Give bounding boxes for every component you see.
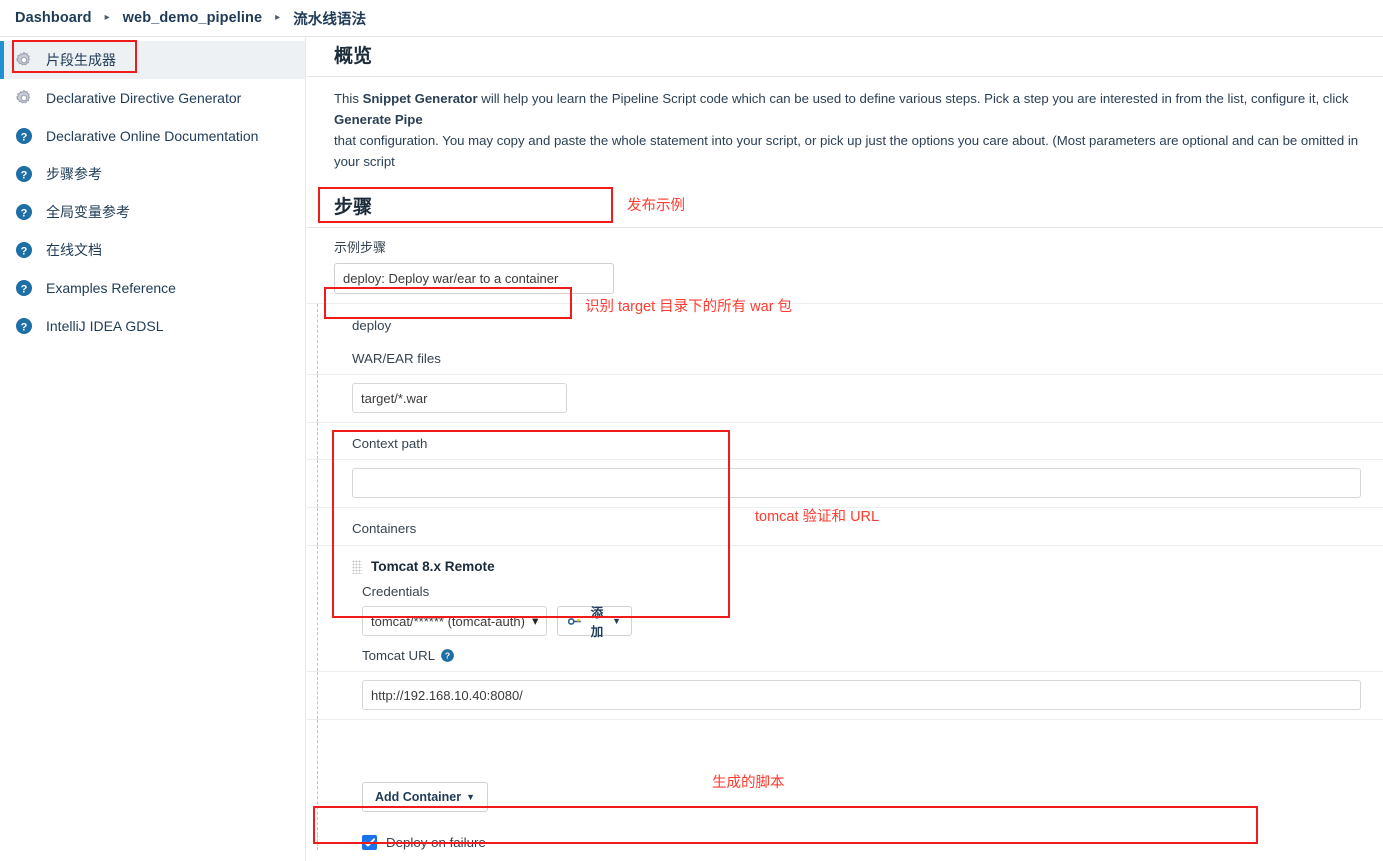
deploy-on-failure-checkbox[interactable] [362, 835, 377, 850]
tomcat-url-label: Tomcat URL [362, 648, 436, 663]
annotation-sample-step: 发布示例 [627, 198, 685, 214]
key-icon [568, 616, 582, 627]
sidebar-item-label: 片段生成器 [46, 52, 116, 68]
help-icon[interactable]: ? [440, 648, 455, 663]
context-path-section: Context path [307, 423, 1383, 459]
form-guide-line [317, 304, 318, 374]
overview-paragraph: This Snippet Generator will help you lea… [307, 77, 1383, 183]
gear-icon [14, 88, 34, 108]
container-footer: Add Container ▼ [307, 720, 1383, 835]
sidebar-item-label: 在线文档 [46, 242, 102, 258]
sidebar-item-declarative-directive-generator[interactable]: Declarative Directive Generator [0, 79, 305, 117]
annotation-war-files: 识别 target 目录下的所有 war 包 [585, 299, 793, 315]
sidebar-item-intellij-idea-gdsl[interactable]: ? IntelliJ IDEA GDSL [0, 307, 305, 345]
help-icon: ? [14, 278, 34, 298]
context-path-label: Context path [352, 436, 428, 451]
form-guide-line [317, 720, 318, 835]
add-credentials-label: 添加 [590, 606, 604, 639]
sidebar-item-label: Declarative Online Documentation [46, 128, 259, 144]
caret-down-icon: ▼ [612, 616, 621, 626]
caret-down-icon: ▼ [466, 792, 476, 802]
add-credentials-button[interactable]: 添加 ▼ [557, 606, 632, 639]
sidebar-item-label: 步骤参考 [46, 166, 102, 182]
overview-text-1: This [334, 91, 363, 106]
war-files-label: WAR/EAR files [352, 351, 441, 366]
chevron-down-icon: ▾ [532, 615, 538, 628]
svg-text:?: ? [21, 169, 28, 181]
step-form: deploy WAR/EAR files [307, 304, 1383, 374]
breadcrumb-item-pipeline[interactable]: web_demo_pipeline [123, 10, 263, 26]
step-name: deploy [352, 318, 392, 333]
svg-text:?: ? [21, 245, 28, 257]
overview-title: 概览 [334, 46, 373, 67]
deploy-on-failure-label: Deploy on failure [386, 835, 486, 850]
sample-step-label: 示例步骤 [334, 240, 387, 255]
overview-text-bold-2: Generate Pipe [334, 112, 423, 127]
page-root: Dashboard ▸ web_demo_pipeline ▸ 流水线语法 片段… [0, 0, 1383, 861]
breadcrumb: Dashboard ▸ web_demo_pipeline ▸ 流水线语法 [0, 0, 1383, 37]
sidebar-item-label: IntelliJ IDEA GDSL [46, 318, 164, 334]
svg-text:?: ? [21, 207, 28, 219]
tomcat-url-row [307, 672, 1383, 719]
context-path-input[interactable] [352, 468, 1361, 498]
credentials-value: tomcat/****** (tomcat-auth) [371, 613, 525, 629]
svg-text:?: ? [21, 321, 28, 333]
form-guide-line [317, 672, 318, 719]
sample-step-select[interactable]: deploy: Deploy war/ear to a container [334, 263, 614, 294]
sidebar-item-step-reference[interactable]: ? 步骤参考 [0, 155, 305, 193]
sidebar: 片段生成器 Declarative Directive Generator ? … [0, 37, 306, 861]
form-guide-line [317, 546, 318, 671]
gear-icon [14, 50, 34, 70]
overview-text-bold-1: Snippet Generator [362, 91, 478, 106]
drag-handle-icon[interactable] [352, 559, 362, 574]
help-icon: ? [14, 164, 34, 184]
overview-text-2: will help you learn the Pipeline Script … [477, 91, 1349, 106]
help-icon: ? [14, 316, 34, 336]
credentials-label: Credentials [362, 584, 430, 599]
deploy-on-failure-row: Deploy on failure [307, 835, 1383, 850]
help-icon: ? [14, 126, 34, 146]
sidebar-item-label: Examples Reference [46, 280, 176, 296]
breadcrumb-item-syntax[interactable]: 流水线语法 [293, 8, 366, 29]
svg-text:?: ? [21, 131, 28, 143]
sidebar-item-label: 全局变量参考 [46, 204, 130, 220]
form-guide-line [317, 375, 318, 422]
breadcrumb-item-dashboard[interactable]: Dashboard [15, 10, 92, 26]
sidebar-item-label: Declarative Directive Generator [46, 90, 242, 106]
container-title: Tomcat 8.x Remote [371, 559, 495, 574]
annotation-tomcat: tomcat 验证和 URL [755, 509, 880, 525]
context-path-row [307, 460, 1383, 507]
sidebar-item-examples-reference[interactable]: ? Examples Reference [0, 269, 305, 307]
breadcrumb-separator: ▸ [275, 12, 281, 23]
credentials-select[interactable]: tomcat/****** (tomcat-auth) ▾ [362, 606, 547, 636]
form-guide-line [317, 460, 318, 507]
form-guide-line [317, 423, 318, 459]
help-icon: ? [14, 202, 34, 222]
war-files-input[interactable] [352, 383, 567, 413]
svg-text:?: ? [21, 283, 28, 295]
help-icon: ? [14, 240, 34, 260]
form-guide-line [317, 835, 318, 850]
main-content: 概览 This Snippet Generator will help you … [307, 37, 1383, 861]
sidebar-item-declarative-online-documentation[interactable]: ? Declarative Online Documentation [0, 117, 305, 155]
annotation-generated-script: 生成的脚本 [712, 775, 785, 791]
add-container-button[interactable]: Add Container ▼ [362, 782, 489, 812]
sidebar-item-snippet-generator[interactable]: 片段生成器 [0, 41, 305, 79]
form-guide-line [317, 508, 318, 545]
steps-title: 步骤 [334, 197, 373, 218]
overview-text-3: that configuration. You may copy and pas… [334, 133, 1359, 169]
tomcat-url-input[interactable] [362, 680, 1361, 710]
sidebar-item-online-documentation[interactable]: ? 在线文档 [0, 231, 305, 269]
sidebar-item-global-variable-reference[interactable]: ? 全局变量参考 [0, 193, 305, 231]
svg-text:?: ? [445, 651, 450, 661]
war-files-row [307, 375, 1383, 422]
breadcrumb-separator: ▸ [104, 12, 110, 23]
sample-step-value: deploy: Deploy war/ear to a container [343, 271, 559, 286]
add-container-label: Add Container [375, 790, 462, 804]
container-block: Tomcat 8.x Remote Credentials tomcat/***… [307, 546, 1383, 671]
